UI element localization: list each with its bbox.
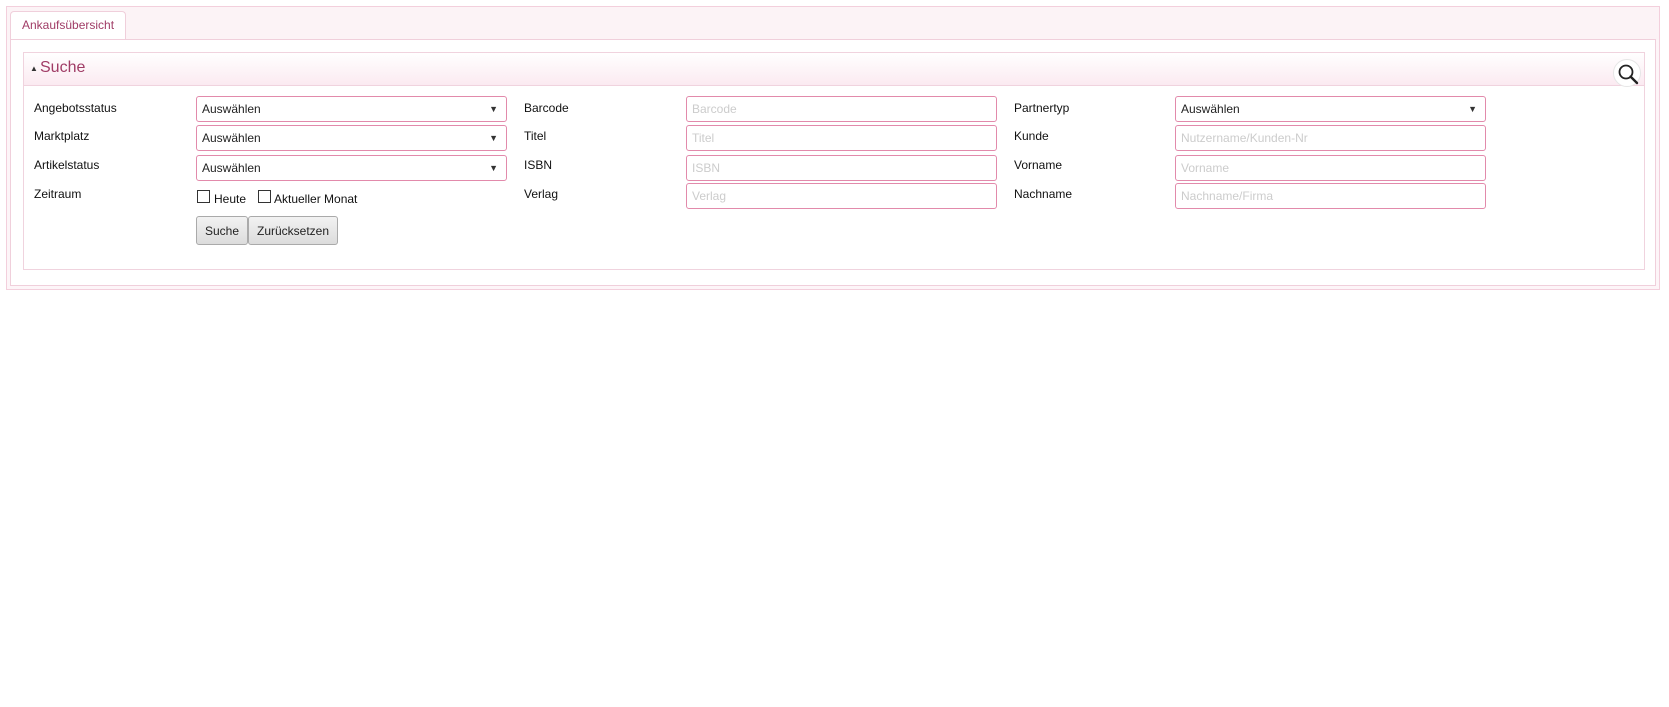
tab-ankaufsuebersicht[interactable]: Ankaufsübersicht: [10, 11, 127, 40]
kunde-input[interactable]: [1175, 125, 1486, 151]
angebotsstatus-select[interactable]: Auswählen ▼: [196, 96, 507, 122]
caret-down-icon: ▼: [489, 163, 498, 173]
label-angebotsstatus: Angebotsstatus: [34, 101, 117, 115]
checkbox-aktueller-monat[interactable]: [258, 190, 271, 203]
label-verlag: Verlag: [524, 187, 559, 201]
tab-strip: Ankaufsübersicht: [7, 7, 1659, 40]
label-heute: Heute: [214, 192, 247, 206]
search-section: ▲ Suche Angebotsstatus Auswählen ▼ Markt…: [23, 52, 1645, 270]
artikelstatus-value: Auswählen: [202, 161, 261, 175]
angebotsstatus-value: Auswählen: [202, 102, 261, 116]
tab-widget: Ankaufsübersicht ▲ Suche Angebotsstatus …: [6, 6, 1660, 290]
label-marktplatz: Marktplatz: [34, 129, 90, 143]
label-titel: Titel: [524, 129, 547, 143]
label-zeitraum: Zeitraum: [34, 187, 82, 201]
titel-input[interactable]: [686, 125, 997, 151]
section-title: Suche: [40, 59, 86, 76]
magnifier-icon[interactable]: [1613, 59, 1641, 87]
nachname-input[interactable]: [1175, 183, 1486, 209]
checkbox-heute[interactable]: [197, 190, 210, 203]
label-nachname: Nachname: [1014, 187, 1073, 201]
partnertyp-value: Auswählen: [1181, 102, 1240, 116]
triangle-up-icon[interactable]: ▲: [30, 64, 38, 73]
label-aktueller-monat: Aktueller Monat: [274, 192, 358, 206]
caret-down-icon: ▼: [1468, 104, 1477, 114]
caret-down-icon: ▼: [489, 133, 498, 143]
barcode-input[interactable]: [686, 96, 997, 122]
isbn-input[interactable]: [686, 155, 997, 181]
search-section-header[interactable]: ▲ Suche: [24, 53, 1644, 87]
reset-button[interactable]: Zurücksetzen: [248, 216, 339, 245]
label-kunde: Kunde: [1014, 129, 1049, 143]
partnertyp-select[interactable]: Auswählen ▼: [1175, 96, 1486, 122]
label-artikelstatus: Artikelstatus: [34, 158, 100, 172]
marktplatz-select[interactable]: Auswählen ▼: [196, 125, 507, 151]
caret-down-icon: ▼: [489, 104, 498, 114]
tab-panel: ▲ Suche Angebotsstatus Auswählen ▼ Markt…: [10, 39, 1656, 286]
search-button[interactable]: Suche: [196, 216, 249, 245]
label-vorname: Vorname: [1014, 158, 1063, 172]
label-isbn: ISBN: [524, 158, 553, 172]
artikelstatus-select[interactable]: Auswählen ▼: [196, 155, 507, 181]
label-barcode: Barcode: [524, 101, 569, 115]
marktplatz-value: Auswählen: [202, 131, 261, 145]
verlag-input[interactable]: [686, 183, 997, 209]
label-partnertyp: Partnertyp: [1014, 101, 1070, 115]
vorname-input[interactable]: [1175, 155, 1486, 181]
